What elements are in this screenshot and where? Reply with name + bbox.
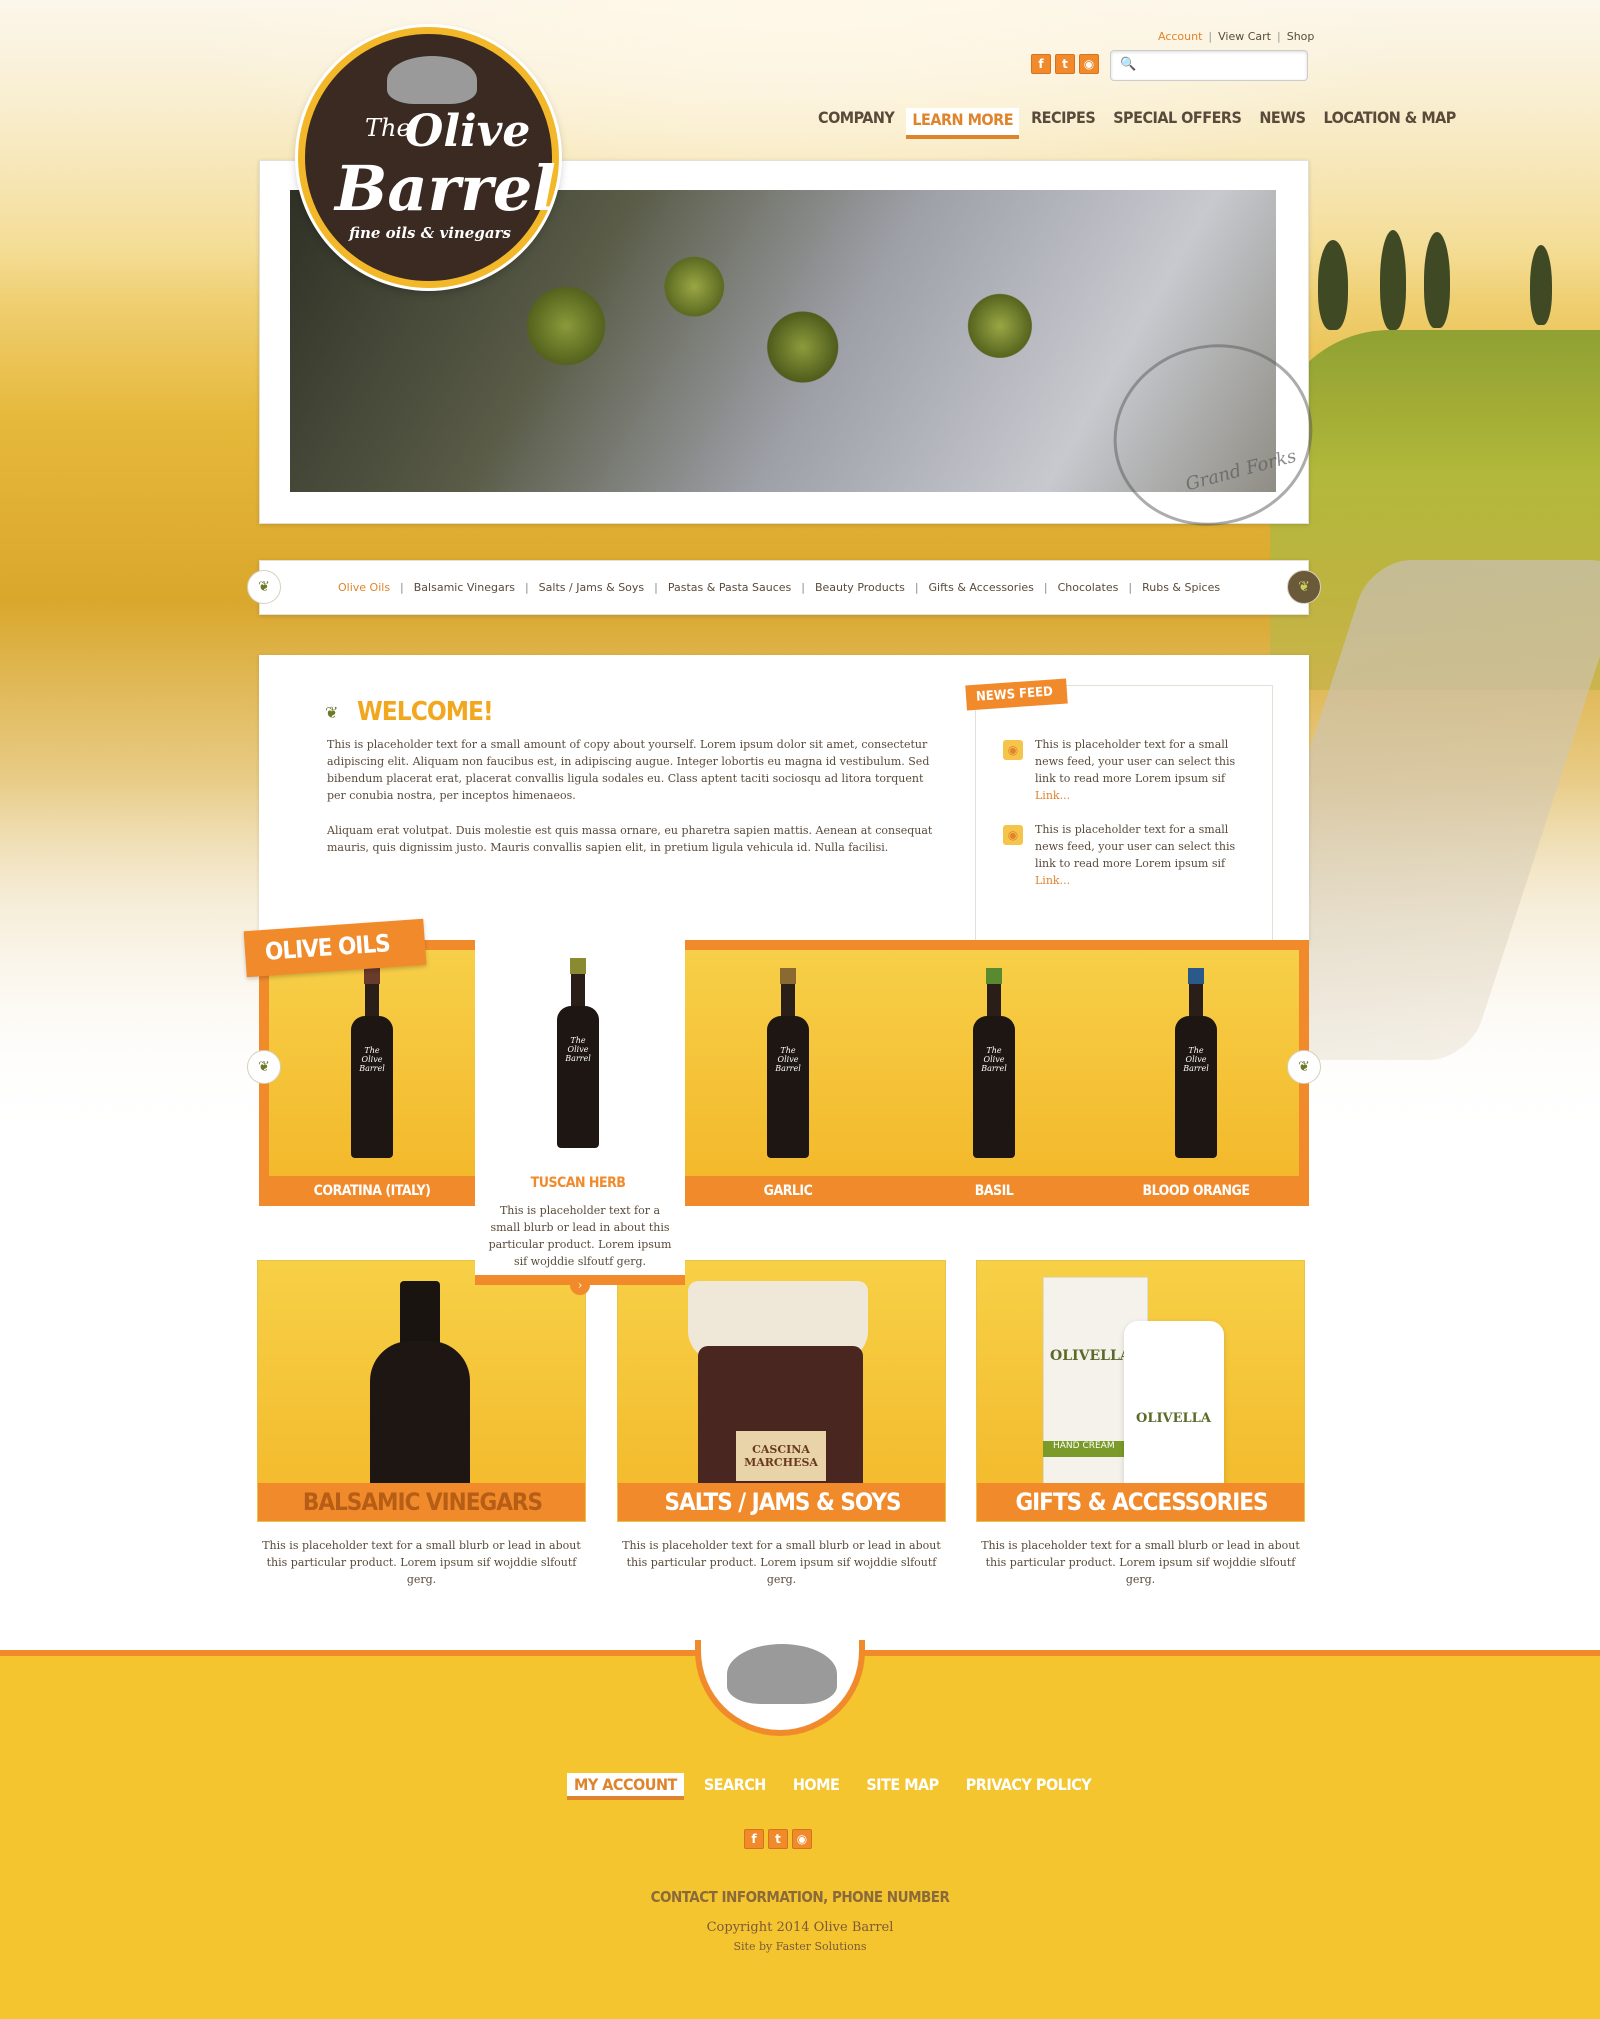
card-title: SALTS / JAMS & SOYS	[618, 1483, 945, 1521]
copyright: Copyright 2014 Olive Barrel	[706, 1920, 894, 1935]
site-credit: Site by Faster Solutions	[733, 1940, 867, 1953]
carousel-next-button[interactable]: ❦	[1287, 1050, 1321, 1084]
olive-tree-icon	[727, 1644, 837, 1704]
cat-pastas[interactable]: Pastas & Pasta Sauces	[668, 581, 791, 594]
olive-icon: ❦	[1298, 1059, 1310, 1075]
product-card[interactable]: The Olive Barrel BLOOD ORANGE	[1093, 950, 1299, 1206]
footer-my-account[interactable]: MY ACCOUNT	[567, 1773, 684, 1800]
welcome-paragraph: This is placeholder text for a small amo…	[327, 738, 930, 802]
news-read-more-link[interactable]: Link...	[1035, 789, 1070, 802]
product-name: TUSCAN HERB	[475, 1168, 681, 1198]
cypress-tree	[1318, 240, 1348, 330]
cat-balsamic-vinegars[interactable]: Balsamic Vinegars	[414, 581, 515, 594]
category-prev-button[interactable]: ❦	[247, 570, 281, 604]
nav-special-offers[interactable]: SPECIAL OFFERS	[1107, 108, 1247, 139]
olive-tree-icon	[387, 56, 477, 104]
footer-nav: MY ACCOUNT SEARCH HOME SITE MAP PRIVACY …	[567, 1773, 1111, 1800]
product-card[interactable]: The Olive Barrel CORATINA (ITALY)	[269, 950, 475, 1206]
account-link[interactable]: Account	[1158, 30, 1202, 43]
category-card[interactable]: BALSAMIC VINEGARS This is placeholder te…	[257, 1260, 586, 1588]
category-bar: Olive Oils | Balsamic Vinegars | Salts / Jam…	[259, 560, 1309, 615]
nav-company[interactable]: COMPANY	[812, 108, 900, 139]
rss-icon: ◉	[1003, 825, 1023, 845]
olive-icon: ❦	[325, 703, 339, 722]
product-card[interactable]: The Olive Barrel GARLIC	[685, 950, 891, 1206]
nav-news[interactable]: NEWS	[1253, 108, 1311, 139]
product-blurb: This is placeholder text for a small blu…	[488, 1204, 672, 1268]
cypress-tree	[1424, 232, 1450, 328]
footer-search[interactable]: SEARCH	[697, 1773, 773, 1800]
nav-location-map[interactable]: LOCATION & MAP	[1318, 108, 1462, 139]
facebook-icon[interactable]: f	[744, 1829, 764, 1849]
card-text: This is placeholder text for a small blu…	[262, 1539, 581, 1586]
footer-social: f t ◉	[744, 1829, 812, 1849]
search-input[interactable]	[1137, 56, 1302, 75]
twitter-icon[interactable]: t	[768, 1829, 788, 1849]
nav-learn-more[interactable]: LEARN MORE	[906, 108, 1020, 139]
product-card-selected[interactable]: The Olive Barrel TUSCAN HERB This is pla…	[475, 940, 685, 1295]
bottle-image: The Olive Barrel	[1175, 968, 1217, 1168]
cypress-tree	[1380, 230, 1406, 330]
product-name: GARLIC	[685, 1176, 891, 1206]
shop-link[interactable]: Shop	[1287, 30, 1315, 43]
welcome-paragraph: Aliquam erat volutpat. Duis molestie est…	[327, 824, 933, 854]
category-next-button[interactable]: ❦	[1287, 570, 1321, 604]
category-card[interactable]: CASCINA MARCHESA SALTS / JAMS & SOYS Thi…	[617, 1260, 946, 1588]
card-title: BALSAMIC VINEGARS	[258, 1483, 585, 1521]
footer-privacy-policy[interactable]: PRIVACY POLICY	[959, 1773, 1098, 1800]
olive-icon: ❦	[258, 1059, 270, 1075]
product-card[interactable]: The Olive Barrel BASIL	[891, 950, 1097, 1206]
main-nav: COMPANY LEARN MORE RECIPES SPECIAL OFFER…	[806, 108, 1462, 139]
carousel-prev-button[interactable]: ❦	[247, 1050, 281, 1084]
gifts-image: OLIVELLA HAND CREAM OLIVELLA GIFTS & ACC…	[976, 1260, 1305, 1522]
olive-icon: ❦	[258, 579, 270, 595]
news-read-more-link[interactable]: Link...	[1035, 874, 1070, 887]
olive-oils-carousel: The Olive Barrel CORATINA (ITALY) The Ol…	[259, 940, 1309, 1295]
rss-icon[interactable]: ◉	[792, 1829, 812, 1849]
card-text: This is placeholder text for a small blu…	[622, 1539, 941, 1586]
search-box: 🔍	[1110, 50, 1308, 81]
card-text: This is placeholder text for a small blu…	[981, 1539, 1300, 1586]
category-links: Olive Oils | Balsamic Vinegars | Salts / Jam…	[338, 581, 1221, 594]
welcome-title: WELCOME!	[357, 697, 494, 727]
view-cart-link[interactable]: View Cart	[1218, 30, 1271, 43]
balsamic-image: BALSAMIC VINEGARS	[257, 1260, 586, 1522]
olive-icon: ❦	[1298, 579, 1310, 595]
rss-icon: ◉	[1003, 740, 1023, 760]
news-feed-title: NEWS FEED	[965, 678, 1068, 711]
bottle-image: The Olive Barrel	[351, 968, 393, 1168]
cat-rubs-spices[interactable]: Rubs & Spices	[1142, 581, 1220, 594]
cat-salts-jams-soys[interactable]: Salts / Jams & Soys	[539, 581, 644, 594]
product-name: CORATINA (ITALY)	[269, 1176, 475, 1206]
product-name: BLOOD ORANGE	[1093, 1176, 1299, 1206]
footer-site-map[interactable]: SITE MAP	[859, 1773, 945, 1800]
site-logo[interactable]: The Olive Barrel fine oils & vinegars	[298, 27, 559, 288]
header-social: f t ◉	[1031, 54, 1099, 74]
top-links: Account | View Cart | Shop	[1158, 30, 1315, 43]
chevron-right-icon[interactable]: ›	[570, 1275, 590, 1295]
bottle-image: The Olive Barrel	[557, 958, 599, 1158]
bottle-image: The Olive Barrel	[767, 968, 809, 1168]
cat-beauty-products[interactable]: Beauty Products	[815, 581, 905, 594]
nav-recipes[interactable]: RECIPES	[1025, 108, 1101, 139]
card-title: GIFTS & ACCESSORIES	[977, 1483, 1304, 1521]
contact-info: CONTACT INFORMATION, PHONE NUMBER	[650, 1888, 950, 1906]
welcome-panel: ❦ WELCOME! This is placeholder text for …	[259, 655, 1309, 953]
news-feed: NEWS FEED ◉ This is placeholder text for…	[965, 678, 1273, 953]
footer-home[interactable]: HOME	[786, 1773, 846, 1800]
twitter-icon[interactable]: t	[1055, 54, 1075, 74]
category-card[interactable]: OLIVELLA HAND CREAM OLIVELLA GIFTS & ACC…	[976, 1260, 1305, 1588]
bottle-image: The Olive Barrel	[973, 968, 1015, 1168]
cat-olive-oils[interactable]: Olive Oils	[338, 581, 390, 594]
cat-chocolates[interactable]: Chocolates	[1058, 581, 1119, 594]
product-name: BASIL	[891, 1176, 1097, 1206]
jam-jar-image: CASCINA MARCHESA SALTS / JAMS & SOYS	[617, 1260, 946, 1522]
cypress-tree	[1530, 245, 1552, 325]
facebook-icon[interactable]: f	[1031, 54, 1051, 74]
cat-gifts-accessories[interactable]: Gifts & Accessories	[929, 581, 1034, 594]
rss-icon[interactable]: ◉	[1079, 54, 1099, 74]
search-icon: 🔍	[1120, 57, 1137, 72]
